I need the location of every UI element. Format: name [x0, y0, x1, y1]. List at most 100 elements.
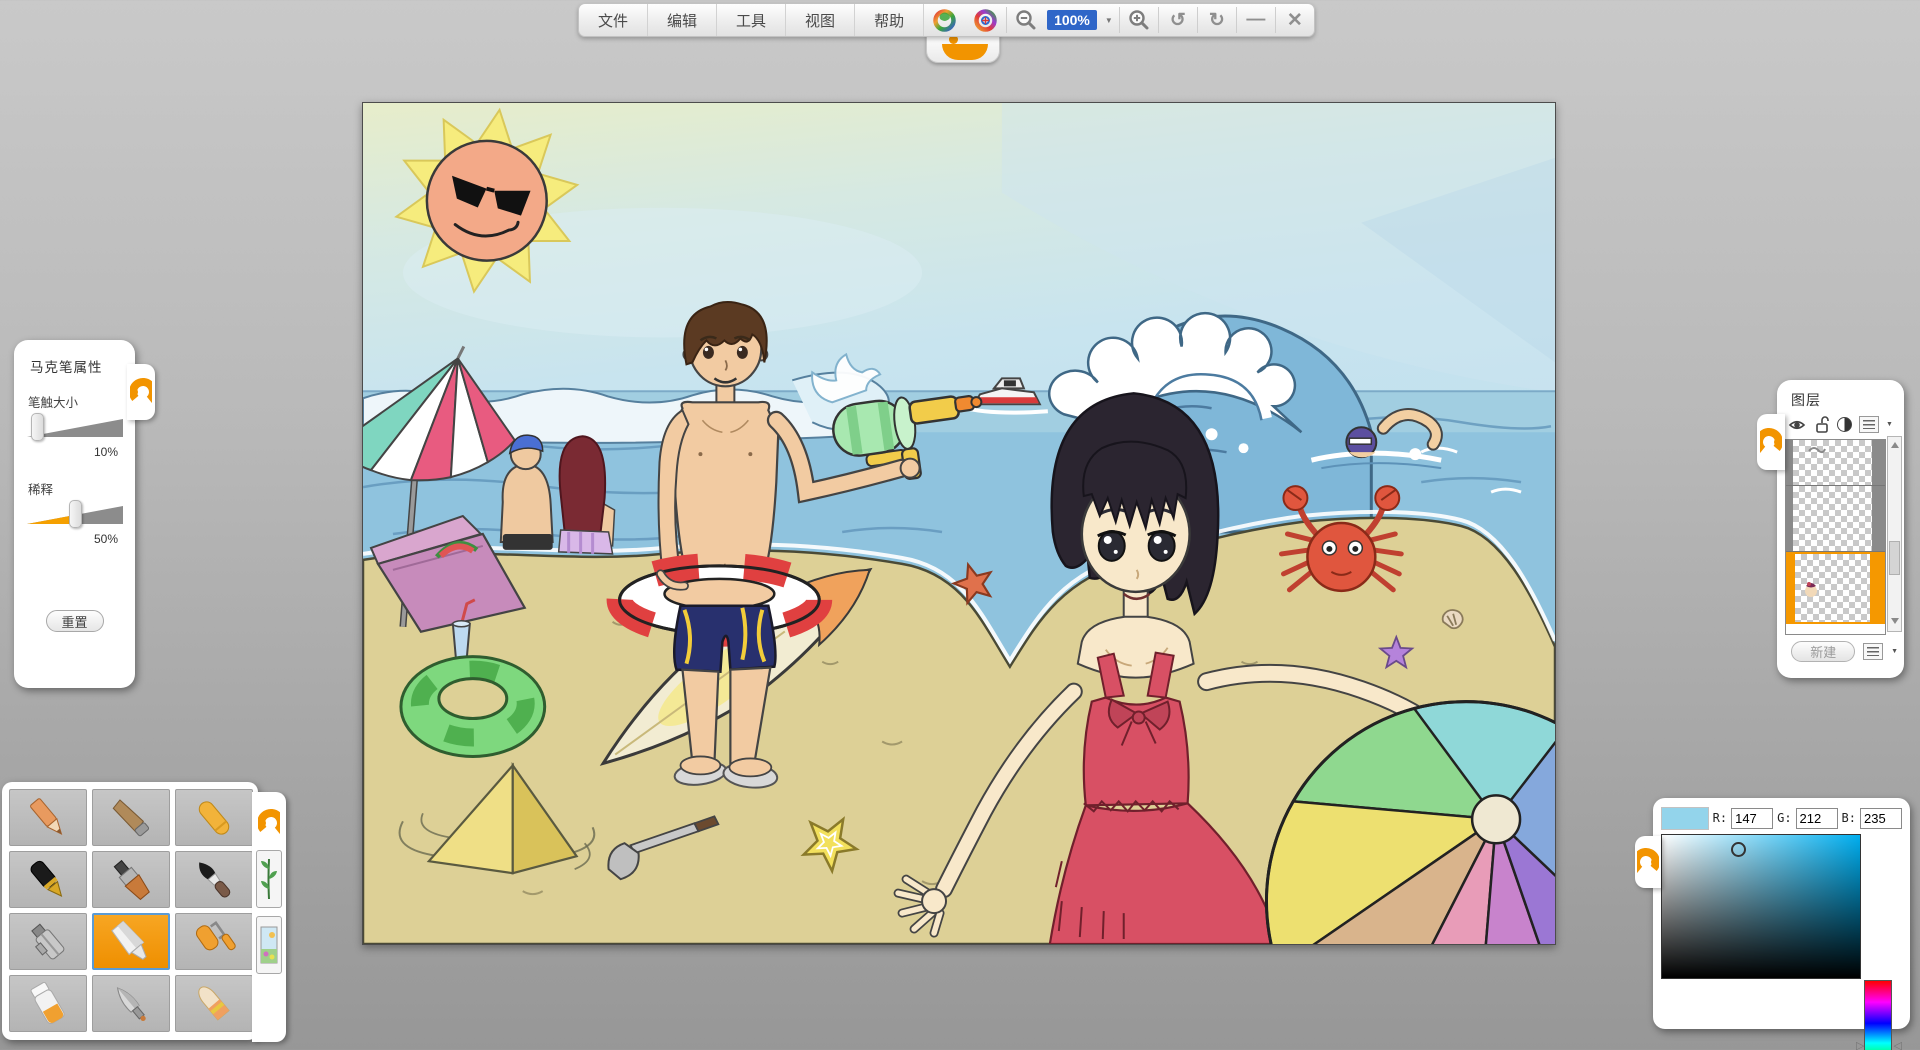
- menu-view[interactable]: 视图: [786, 4, 855, 36]
- layer-item-2[interactable]: [1786, 486, 1885, 552]
- orange-grip-icon[interactable]: [258, 804, 280, 842]
- rainbow-spiral-icon: [973, 8, 998, 33]
- sv-cursor[interactable]: [1731, 842, 1746, 857]
- marker-properties-panel: 马克笔属性 笔触大小 10% 稀释 50% 重置: [14, 340, 135, 688]
- tool-knife[interactable]: [92, 975, 170, 1032]
- tool-fountain-pen[interactable]: [9, 851, 87, 908]
- flat-brush-icon: [104, 857, 158, 903]
- layers-bottom-menu-button[interactable]: [1863, 643, 1883, 660]
- layer-thumbnail: [1795, 554, 1870, 622]
- clown-left-eye-icon[interactable]: [924, 4, 965, 36]
- tool-marker-selected[interactable]: [92, 913, 170, 970]
- paint-bottle-icon: [21, 981, 75, 1027]
- magnifier-plus-icon: [1128, 9, 1150, 31]
- clown-chin-tab: [926, 33, 1000, 63]
- tools-grid: [9, 789, 251, 1032]
- saturation-value-square[interactable]: [1661, 834, 1861, 979]
- layer-scrollbar[interactable]: [1887, 436, 1902, 632]
- tool-paint-bottle[interactable]: [9, 975, 87, 1032]
- brush-size-slider[interactable]: [27, 419, 123, 437]
- layers-bottom-dropdown-icon[interactable]: ▼: [1891, 648, 1898, 655]
- brush-size-handle[interactable]: [31, 413, 44, 441]
- color-panel-grip[interactable]: [1635, 836, 1661, 888]
- layer-thumbnail: [1793, 486, 1872, 551]
- zoom-dropdown-icon[interactable]: ▼: [1099, 16, 1119, 25]
- paint-canvas[interactable]: [362, 102, 1556, 945]
- green-swim-ring: [401, 657, 545, 757]
- redo-button[interactable]: ↻: [1198, 4, 1236, 36]
- zoom-level-field[interactable]: 100%: [1047, 10, 1097, 30]
- color-picker-panel: R: G: B: ▷ ◁ Alpha ▲ ▲ ▼: [1653, 798, 1910, 1029]
- r-input[interactable]: [1731, 808, 1773, 829]
- menu-file[interactable]: 文件: [579, 4, 648, 36]
- airbrush-icon: [21, 919, 75, 965]
- g-input[interactable]: [1796, 808, 1838, 829]
- menu-tools[interactable]: 工具: [717, 4, 786, 36]
- dilution-fill: [27, 506, 75, 524]
- brush-size-label: 笔触大小: [28, 392, 123, 411]
- layer-item-1[interactable]: [1786, 440, 1885, 486]
- scrollbar-thumb[interactable]: [1889, 541, 1900, 575]
- layers-panel-title: 图层: [1791, 390, 1898, 410]
- rainbow-tree-icon: [932, 8, 957, 33]
- magnifier-minus-icon: [1015, 9, 1037, 31]
- clown-smile-icon: [942, 44, 988, 60]
- tool-palette-panel: [2, 782, 258, 1040]
- dilution-slider[interactable]: [27, 506, 123, 524]
- menu-help[interactable]: 帮助: [855, 4, 924, 36]
- beach-scene: [363, 103, 1555, 944]
- b-label: B:: [1842, 811, 1856, 825]
- hue-arrow-right-icon[interactable]: ◁: [1894, 1039, 1902, 1050]
- paint-roller-icon: [187, 919, 241, 965]
- opacity-contrast-icon[interactable]: [1837, 417, 1852, 432]
- dilution-handle[interactable]: [69, 500, 82, 528]
- orange-grip-icon: [1760, 423, 1782, 461]
- g-label: G:: [1777, 811, 1791, 825]
- clown-right-eye-icon[interactable]: [965, 4, 1006, 36]
- r-label: R:: [1713, 811, 1727, 825]
- unlock-icon[interactable]: [1814, 416, 1830, 433]
- tool-ink-brush[interactable]: [175, 851, 253, 908]
- eraser-icon: [187, 981, 241, 1027]
- marker-panel-grip[interactable]: [127, 364, 155, 420]
- template-picture-button[interactable]: [256, 916, 282, 974]
- zoom-in-button[interactable]: [1120, 4, 1158, 36]
- undo-button[interactable]: ↺: [1159, 4, 1197, 36]
- pencil-icon: [21, 795, 75, 841]
- brush-size-value: 10%: [26, 445, 118, 459]
- main-toolbar: 文件 编辑 工具 视图 帮助 100% ▼: [578, 3, 1315, 37]
- desktop: { "toolbar": { "menus": ["文件", "编辑", "工具…: [0, 0, 1920, 1050]
- layer-item-3-selected[interactable]: [1786, 552, 1885, 624]
- tool-paint-roller[interactable]: [175, 913, 253, 970]
- tool-flat-brush[interactable]: [92, 851, 170, 908]
- scroll-down-icon[interactable]: [1891, 618, 1899, 624]
- hue-bar[interactable]: [1864, 980, 1892, 1050]
- layer-menu-button[interactable]: [1859, 416, 1879, 433]
- layer-menu-dropdown-icon[interactable]: ▼: [1886, 421, 1893, 428]
- plant-template-icon: [260, 855, 278, 903]
- layers-panel-grip[interactable]: [1757, 414, 1785, 470]
- ink-brush-icon: [187, 857, 241, 903]
- zoom-out-button[interactable]: [1007, 4, 1045, 36]
- close-button[interactable]: ✕: [1276, 4, 1314, 36]
- crayon-icon: [187, 795, 241, 841]
- tool-pastel[interactable]: [92, 789, 170, 846]
- marker-icon: [104, 919, 158, 965]
- minimize-button[interactable]: —: [1237, 4, 1275, 36]
- template-plant-button[interactable]: [256, 850, 282, 908]
- tool-airbrush[interactable]: [9, 913, 87, 970]
- tool-crayon[interactable]: [175, 789, 253, 846]
- visibility-eye-icon[interactable]: [1787, 417, 1807, 433]
- new-layer-button[interactable]: 新建: [1791, 641, 1855, 662]
- tool-eraser[interactable]: [175, 975, 253, 1032]
- dilution-value: 50%: [26, 532, 118, 546]
- menu-edit[interactable]: 编辑: [648, 4, 717, 36]
- b-input[interactable]: [1860, 808, 1902, 829]
- tool-pencil[interactable]: [9, 789, 87, 846]
- layers-panel: 图层 ▼: [1777, 380, 1904, 678]
- reset-button[interactable]: 重置: [46, 610, 104, 632]
- layer-thumbnail: [1793, 440, 1872, 485]
- pastel-icon: [104, 795, 158, 841]
- scroll-up-icon[interactable]: [1891, 442, 1899, 448]
- dilution-label: 稀释: [28, 479, 123, 498]
